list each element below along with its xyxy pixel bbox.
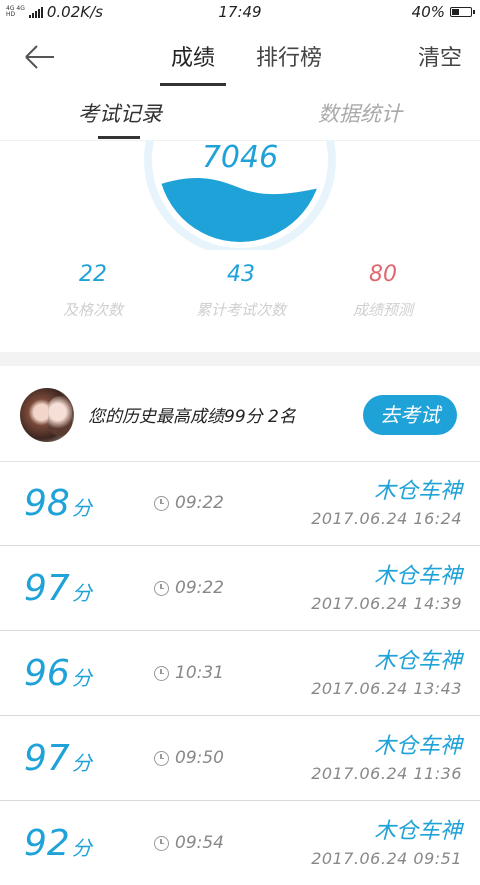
record-name: 木仓车神 xyxy=(373,649,462,674)
record-date: 2017.06.24 16:24 xyxy=(311,509,462,528)
stat-label: 累计考试次数 xyxy=(195,301,286,319)
back-button[interactable] xyxy=(22,42,58,72)
subtab-statistics[interactable]: 数据统计 xyxy=(318,98,402,128)
record-duration: 09:54 xyxy=(154,833,224,853)
stat-total-exams: 43 累计考试次数 xyxy=(171,262,311,320)
list-item[interactable]: 98 分 09:22 木仓车神 2017.06.24 16:24 xyxy=(0,461,480,546)
list-item[interactable]: 92 分 09:54 木仓车神 2017.06.24 09:51 xyxy=(0,801,480,885)
battery-percent: 40% xyxy=(411,3,445,21)
record-date: 2017.06.24 14:39 xyxy=(311,594,462,613)
back-arrow-icon xyxy=(25,45,54,69)
stat-value: 22 xyxy=(79,262,107,287)
stat-pass-count: 22 及格次数 xyxy=(23,262,163,320)
record-date: 2017.06.24 09:51 xyxy=(311,849,462,868)
section-divider xyxy=(0,352,480,366)
list-item[interactable]: 96 分 10:31 木仓车神 2017.06.24 13:43 xyxy=(0,631,480,716)
record-name: 木仓车神 xyxy=(373,819,462,844)
record-name: 木仓车神 xyxy=(373,564,462,589)
status-time: 17:49 xyxy=(218,3,262,21)
clock-icon xyxy=(154,750,169,766)
avatar[interactable] xyxy=(20,388,74,442)
stat-label: 及格次数 xyxy=(62,301,123,319)
record-score: 98 分 xyxy=(24,483,92,524)
sub-tabs: 考试记录 数据统计 xyxy=(0,88,480,141)
exam-records-list: 98 分 09:22 木仓车神 2017.06.24 16:24 97 分 09:2… xyxy=(0,461,480,885)
clear-button[interactable]: 清空 xyxy=(418,40,462,72)
list-item[interactable]: 97 分 09:50 木仓车神 2017.06.24 11:36 xyxy=(0,716,480,801)
record-name: 木仓车神 xyxy=(373,479,462,504)
record-score: 97 分 xyxy=(24,738,92,779)
record-score: 97 分 xyxy=(24,568,92,609)
stat-label: 成绩预测 xyxy=(352,301,413,319)
gauge-value: 7046 xyxy=(201,140,279,175)
record-name: 木仓车神 xyxy=(373,734,462,759)
record-duration: 09:22 xyxy=(154,493,224,513)
clock-icon xyxy=(154,580,169,596)
record-duration: 09:50 xyxy=(154,748,224,768)
record-score: 92 分 xyxy=(24,823,92,864)
record-date: 2017.06.24 11:36 xyxy=(311,764,462,783)
record-duration: 10:31 xyxy=(154,663,224,683)
subtab-exam-records[interactable]: 考试记录 xyxy=(78,98,162,128)
record-date: 2017.06.24 13:43 xyxy=(311,679,462,698)
clock-icon xyxy=(154,665,169,681)
profile-summary: 您的历史最高成绩99分 2名 去考试 xyxy=(0,366,480,462)
stat-score-prediction: 80 成绩预测 xyxy=(313,262,453,320)
subtab-active-indicator xyxy=(98,136,140,139)
best-score-text: 您的历史最高成绩99分 2名 xyxy=(88,407,296,427)
start-exam-button[interactable]: 去考试 xyxy=(363,395,457,435)
clock-icon xyxy=(154,495,169,511)
clock-icon xyxy=(154,835,169,851)
score-gauge: 7046 xyxy=(0,140,480,250)
stats-row: 22 及格次数 43 累计考试次数 80 成绩预测 xyxy=(0,262,480,342)
record-score: 96 分 xyxy=(24,653,92,694)
top-nav: 成绩 排行榜 清空 xyxy=(0,26,480,89)
stat-value: 80 xyxy=(369,262,397,287)
battery-icon xyxy=(450,7,475,17)
list-item[interactable]: 97 分 09:22 木仓车神 2017.06.24 14:39 xyxy=(0,546,480,631)
tab-scores[interactable]: 成绩 xyxy=(160,40,226,86)
status-right: 40% xyxy=(411,3,475,21)
record-duration: 09:22 xyxy=(154,578,224,598)
status-bar: 4G 4G HD 0.02K/s 17:49 40% xyxy=(0,0,480,26)
stat-value: 43 xyxy=(227,262,255,287)
tab-ranking[interactable]: 排行榜 xyxy=(254,40,324,86)
